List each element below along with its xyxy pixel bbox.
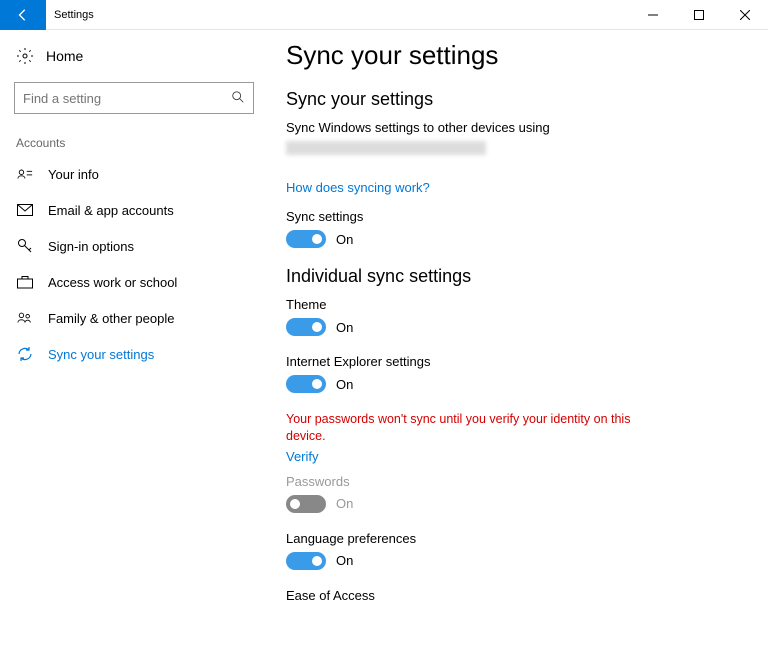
toggle-state: On bbox=[336, 496, 353, 511]
language-toggle[interactable] bbox=[286, 552, 326, 570]
sync-description: Sync Windows settings to other devices u… bbox=[286, 120, 750, 135]
category-label: Accounts bbox=[16, 136, 254, 150]
home-label: Home bbox=[46, 48, 83, 64]
mail-icon bbox=[16, 202, 34, 218]
toggle-state: On bbox=[336, 320, 353, 335]
sync-icon bbox=[16, 346, 34, 362]
gear-icon bbox=[16, 48, 34, 64]
sidebar-item-family[interactable]: Family & other people bbox=[14, 300, 254, 336]
search-icon bbox=[231, 90, 245, 107]
window-title: Settings bbox=[54, 9, 94, 21]
password-warning: Your passwords won't sync until you veri… bbox=[286, 411, 666, 445]
ease-label: Ease of Access bbox=[286, 588, 750, 603]
sidebar-item-sync[interactable]: Sync your settings bbox=[14, 336, 254, 372]
sidebar-item-signin[interactable]: Sign-in options bbox=[14, 228, 254, 264]
section-heading: Sync your settings bbox=[286, 89, 750, 110]
search-input[interactable] bbox=[23, 91, 231, 106]
section-heading: Individual sync settings bbox=[286, 266, 750, 287]
sidebar-item-label: Family & other people bbox=[48, 311, 174, 326]
theme-label: Theme bbox=[286, 297, 750, 312]
sync-settings-toggle[interactable] bbox=[286, 230, 326, 248]
sidebar-item-label: Access work or school bbox=[48, 275, 177, 290]
sidebar-item-your-info[interactable]: Your info bbox=[14, 156, 254, 192]
people-icon bbox=[16, 310, 34, 326]
toggle-state: On bbox=[336, 553, 353, 568]
close-button[interactable] bbox=[722, 0, 768, 30]
sidebar-item-work-school[interactable]: Access work or school bbox=[14, 264, 254, 300]
sidebar-item-label: Email & app accounts bbox=[48, 203, 174, 218]
sidebar-item-label: Sign-in options bbox=[48, 239, 134, 254]
search-input-container[interactable] bbox=[14, 82, 254, 114]
ie-label: Internet Explorer settings bbox=[286, 354, 750, 369]
toggle-state: On bbox=[336, 232, 353, 247]
sidebar-item-email[interactable]: Email & app accounts bbox=[14, 192, 254, 228]
account-name-redacted bbox=[286, 141, 486, 155]
person-badge-icon bbox=[16, 166, 34, 182]
sidebar-item-label: Your info bbox=[48, 167, 99, 182]
ie-toggle[interactable] bbox=[286, 375, 326, 393]
minimize-button[interactable] bbox=[630, 0, 676, 30]
page-title: Sync your settings bbox=[286, 40, 750, 71]
language-label: Language preferences bbox=[286, 531, 750, 546]
sync-settings-label: Sync settings bbox=[286, 209, 750, 224]
home-nav[interactable]: Home bbox=[14, 40, 254, 72]
key-icon bbox=[16, 238, 34, 254]
passwords-label: Passwords bbox=[286, 474, 750, 489]
how-syncing-works-link[interactable]: How does syncing work? bbox=[286, 180, 750, 195]
back-button[interactable] bbox=[0, 0, 46, 30]
maximize-button[interactable] bbox=[676, 0, 722, 30]
toggle-state: On bbox=[336, 377, 353, 392]
theme-toggle[interactable] bbox=[286, 318, 326, 336]
briefcase-icon bbox=[16, 274, 34, 290]
verify-link[interactable]: Verify bbox=[286, 449, 750, 464]
sidebar-item-label: Sync your settings bbox=[48, 347, 154, 362]
passwords-toggle bbox=[286, 495, 326, 513]
